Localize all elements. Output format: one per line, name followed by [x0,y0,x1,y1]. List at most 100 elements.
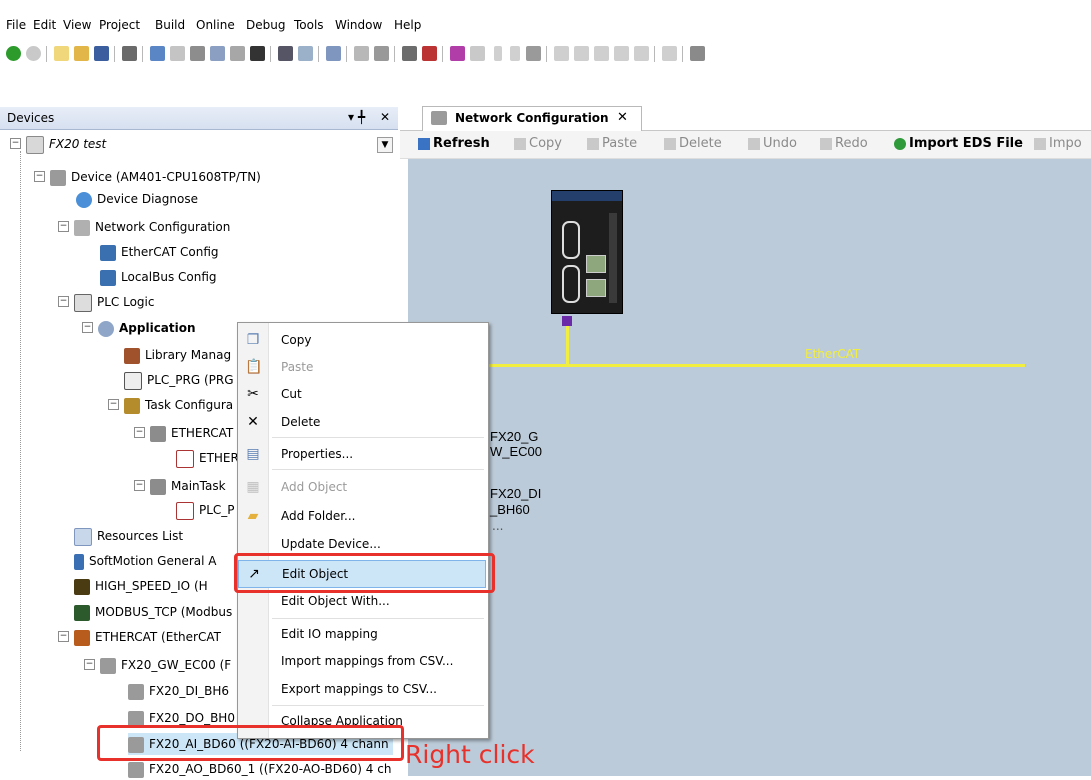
redo-icon[interactable] [170,46,185,61]
menu-item-add-object[interactable]: ▦ Add Object [238,474,486,500]
tab-network-configuration[interactable]: Network Configuration ✕ [422,106,642,131]
collapse-icon[interactable]: − [58,296,69,307]
copy-button[interactable]: Copy [514,136,562,151]
collapse-icon[interactable]: − [58,221,69,232]
tree-item-device-diagnose[interactable]: Device Diagnose [76,188,198,210]
network-canvas[interactable]: EtherCAT FX20_G W_EC00 FX20_DI _BH60 ... [408,159,1091,776]
edit-object-icon[interactable] [374,46,389,61]
collapse-icon[interactable]: − [58,631,69,642]
chevron-down-icon[interactable]: ▼ [377,137,393,153]
tree-item-library-manager[interactable]: Library Manag [124,344,231,366]
cut-icon[interactable] [190,46,205,61]
collapse-icon[interactable]: − [84,659,95,670]
menu-item-import-mappings[interactable]: Import mappings from CSV... [238,648,486,674]
tree-item-ethercat-config[interactable]: EtherCAT Config [100,241,219,263]
menu-item-delete[interactable]: ✕ Delete [238,409,486,435]
print-icon[interactable] [122,46,137,61]
import-more-button[interactable]: Impo [1034,136,1082,151]
collapse-icon[interactable]: − [10,138,21,149]
menu-debug[interactable]: Debug [246,18,285,32]
import-eds-button[interactable]: Import EDS File [894,136,1023,151]
back-icon[interactable] [6,46,21,61]
menu-item-edit-io-mapping[interactable]: Edit IO mapping [238,621,486,647]
plc-device-image[interactable] [551,190,623,314]
menu-view[interactable]: View [63,18,91,32]
menu-item-paste[interactable]: 📋 Paste [238,354,486,380]
step-out-icon[interactable] [614,46,629,61]
menu-window[interactable]: Window [335,18,382,32]
tree-item-resources-list[interactable]: Resources List [74,525,183,547]
tree-item-application[interactable]: Application [98,317,196,339]
tree-item-maintask[interactable]: MainTask [150,475,226,497]
open-project-icon[interactable] [74,46,89,61]
step-into-icon[interactable] [594,46,609,61]
save-icon[interactable] [94,46,109,61]
paste-icon[interactable] [230,46,245,61]
menu-online[interactable]: Online [196,18,235,32]
node-label-gw-ec00-line1[interactable]: FX20_G [490,429,538,444]
tab-close-icon[interactable]: ✕ [617,107,628,129]
menu-item-properties[interactable]: ▤ Properties... [238,441,486,467]
stop-icon[interactable] [510,46,520,61]
tree-item-plc-logic[interactable]: PLC Logic [74,291,154,313]
multicore-icon[interactable] [690,46,705,61]
redo-button[interactable]: Redo [820,136,868,151]
paste-button[interactable]: Paste [587,136,637,151]
tree-item-fx20-ao-bd60-1[interactable]: FX20_AO_BD60_1 ((FX20-AO-BD60) 4 ch [128,758,391,780]
build-all-icon[interactable] [402,46,417,61]
rebuild-icon[interactable] [422,46,437,61]
pin-icon[interactable]: ▾ ╇ [348,110,365,124]
tree-item-device[interactable]: Device (AM401-CPU1608TP/TN) [50,166,261,188]
step-over-icon[interactable] [574,46,589,61]
new-project-icon[interactable] [54,46,69,61]
build-icon[interactable] [326,46,341,61]
tree-item-ethercat-call[interactable]: ETHER [176,447,239,469]
menu-tools[interactable]: Tools [294,18,324,32]
breakpoint-icon[interactable] [554,46,569,61]
tree-item-ethercat-master[interactable]: ETHERCAT (EtherCAT [74,626,221,648]
tree-item-maintask-call[interactable]: PLC_P [176,499,235,521]
collapse-icon[interactable]: − [34,171,45,182]
menu-edit[interactable]: Edit [33,18,56,32]
copy-icon[interactable] [210,46,225,61]
reset-icon[interactable] [526,46,541,61]
node-label-di-bh60-line2[interactable]: _BH60 [490,502,530,517]
tree-item-plc-prg[interactable]: PLC_PRG (PRG [124,369,234,391]
menu-build[interactable]: Build [155,18,185,32]
start-icon[interactable] [494,46,502,61]
menu-file[interactable]: File [6,18,26,32]
tree-item-project[interactable]: FX20 test [26,133,106,155]
collapse-icon[interactable]: − [134,427,145,438]
ethercat-port-connector[interactable] [562,316,572,326]
menu-item-export-mappings[interactable]: Export mappings to CSV... [238,676,486,702]
menu-project[interactable]: Project [99,18,140,32]
collapse-icon[interactable]: − [108,399,119,410]
login-icon[interactable] [450,46,465,61]
tree-item-fx20-di-bh60[interactable]: FX20_DI_BH6 [128,680,229,702]
undo-icon[interactable] [150,46,165,61]
tree-item-network-configuration[interactable]: Network Configuration [74,216,230,238]
tree-item-modbus-tcp[interactable]: MODBUS_TCP (Modbus [74,601,232,623]
find-icon[interactable] [278,46,293,61]
logout-icon[interactable] [470,46,485,61]
undo-button[interactable]: Undo [748,136,797,151]
run-to-cursor-icon[interactable] [634,46,649,61]
next-statement-icon[interactable] [662,46,677,61]
add-object-icon[interactable] [354,46,369,61]
menu-item-cut[interactable]: ✂ Cut [238,381,486,407]
close-icon[interactable]: ✕ [380,110,390,124]
collapse-icon[interactable]: − [134,480,145,491]
forward-icon[interactable] [26,46,41,61]
tree-item-localbus-config[interactable]: LocalBus Config [100,266,217,288]
delete-icon[interactable] [250,46,265,61]
node-label-di-bh60-line1[interactable]: FX20_DI [490,486,541,501]
delete-button[interactable]: Delete [664,136,722,151]
tree-item-high-speed-io[interactable]: HIGH_SPEED_IO (H [74,575,208,597]
tree-item-fx20-gw-ec00[interactable]: FX20_GW_EC00 (F [100,654,231,676]
menu-help[interactable]: Help [394,18,421,32]
node-label-gw-ec00-line2[interactable]: W_EC00 [490,444,542,459]
refresh-button[interactable]: Refresh [418,136,490,151]
replace-icon[interactable] [298,46,313,61]
menu-item-add-folder[interactable]: ▰ Add Folder... [238,503,486,529]
tree-item-ethercat-task[interactable]: ETHERCAT [150,422,233,444]
